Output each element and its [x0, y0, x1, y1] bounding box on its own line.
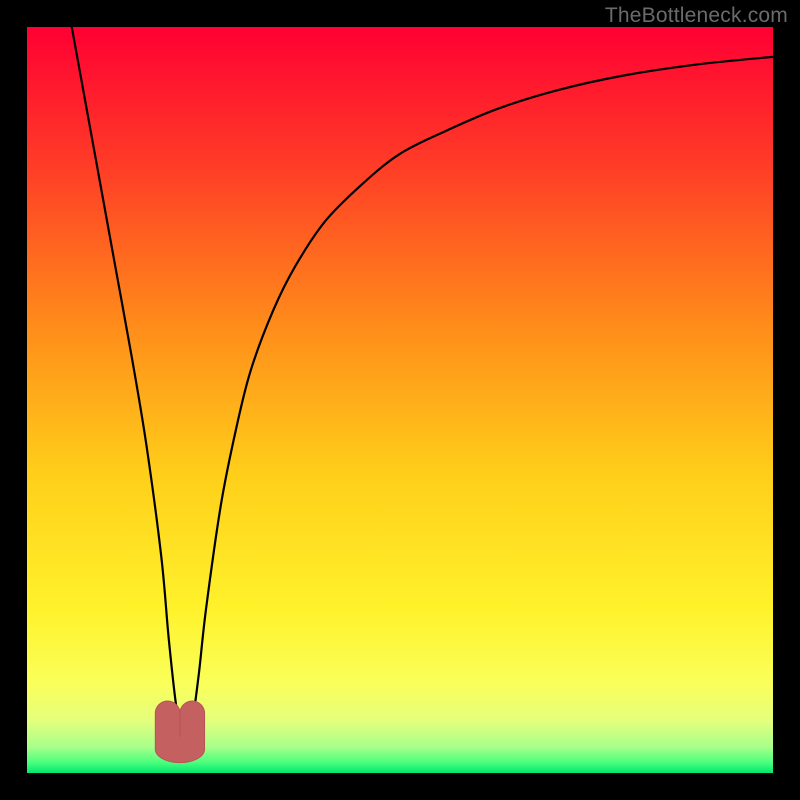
- minimum-marker: [155, 701, 204, 763]
- chart-frame: TheBottleneck.com: [0, 0, 800, 800]
- plot-area: [27, 27, 773, 773]
- bottleneck-chart: [27, 27, 773, 773]
- watermark-text: TheBottleneck.com: [605, 4, 788, 28]
